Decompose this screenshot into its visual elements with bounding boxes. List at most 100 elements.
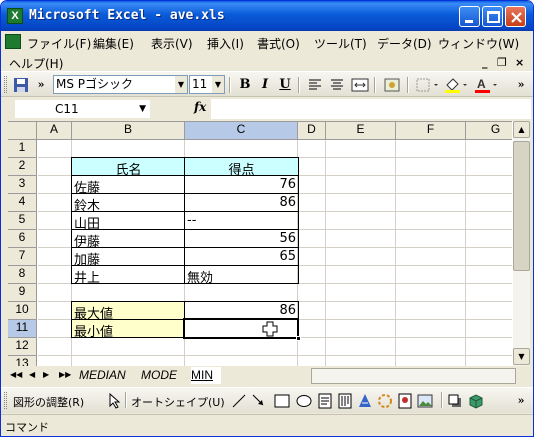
diagram-icon[interactable] [377, 392, 393, 410]
row-header-8[interactable]: 8 [8, 266, 37, 284]
select-objects-icon[interactable] [107, 392, 121, 410]
chevron-down-icon[interactable]: ▼ [139, 100, 146, 118]
row-header-4[interactable]: 4 [8, 194, 37, 212]
row-header-11[interactable]: 11 [8, 320, 37, 338]
menu-file[interactable]: ファイル(F) [27, 35, 91, 52]
scroll-up-button[interactable]: ▲ [513, 121, 530, 138]
shadow-style-icon[interactable] [447, 392, 463, 410]
save-icon[interactable] [13, 76, 29, 94]
rectangle-icon[interactable] [273, 392, 291, 410]
cell-b4[interactable]: 鈴木 [72, 195, 185, 214]
name-box[interactable]: C11 ▼ [15, 100, 150, 118]
column-header-c[interactable]: C [185, 122, 298, 140]
menu-tools[interactable]: ツール(T) [314, 35, 367, 52]
adjust-shapes-menu[interactable]: 図形の調整(R) [13, 394, 84, 410]
italic-button[interactable]: I [255, 76, 275, 94]
cell-b6[interactable]: 伊藤 [72, 231, 185, 250]
insert-picture-icon[interactable] [417, 392, 433, 410]
workbook-icon[interactable] [5, 34, 21, 49]
first-sheet-button[interactable]: ◀◀ [10, 370, 22, 379]
align-center-icon[interactable] [329, 76, 345, 94]
row-header-6[interactable]: 6 [8, 230, 37, 248]
line-icon[interactable] [231, 392, 247, 410]
3d-style-icon[interactable] [467, 392, 485, 410]
column-header-d[interactable]: D [298, 122, 326, 140]
autoshape-menu[interactable]: オートシェイプ(U) [131, 394, 225, 410]
prev-sheet-button[interactable]: ◀ [29, 370, 35, 379]
arrow-icon[interactable] [251, 392, 267, 410]
column-header-f[interactable]: F [396, 122, 466, 140]
bold-button[interactable]: B [235, 76, 255, 94]
cell-c2[interactable]: 得点 [185, 159, 298, 178]
last-sheet-button[interactable]: ▶▶ [59, 370, 71, 379]
cell-b7[interactable]: 加藤 [72, 249, 185, 268]
fill-color-icon[interactable] [443, 76, 469, 94]
underline-button[interactable]: U [275, 76, 295, 94]
row-header-2[interactable]: 2 [8, 158, 37, 176]
tab-median[interactable]: MEDIAN [79, 367, 137, 384]
insert-function-icon[interactable]: fx [194, 100, 206, 114]
row-header-12[interactable]: 12 [8, 338, 37, 356]
cell-b11[interactable]: 最小値 [72, 321, 185, 340]
menu-format[interactable]: 書式(O) [257, 35, 300, 52]
menu-insert[interactable]: 挿入(I) [207, 35, 244, 52]
menu-view[interactable]: 表示(V) [151, 35, 193, 52]
row-header-10[interactable]: 10 [8, 302, 37, 320]
cell-c4[interactable]: 86 [185, 195, 298, 210]
vertical-textbox-icon[interactable] [337, 392, 353, 410]
menu-data[interactable]: データ(D) [377, 35, 432, 52]
textbox-icon[interactable] [317, 392, 333, 410]
cell-b2[interactable]: 氏名 [72, 159, 185, 178]
wordart-icon[interactable] [357, 392, 373, 410]
row-header-13[interactable]: 13 [8, 356, 37, 366]
clipart-icon[interactable] [397, 392, 413, 410]
cell-b8[interactable]: 井上 [72, 267, 185, 286]
font-color-icon[interactable]: A [473, 76, 499, 94]
doc-close-button[interactable]: × [515, 56, 524, 69]
borders-icon[interactable] [415, 76, 439, 94]
vertical-scrollbar[interactable]: ▲ ▼ [512, 121, 530, 366]
row-header-7[interactable]: 7 [8, 248, 37, 266]
close-button[interactable] [505, 6, 526, 27]
row-header-1[interactable]: 1 [8, 140, 37, 158]
cell-b10[interactable]: 最大値 [72, 303, 185, 322]
cell-c8[interactable]: 無効 [185, 267, 298, 286]
formula-input[interactable] [211, 99, 531, 119]
row-header-9[interactable]: 9 [8, 284, 37, 302]
row-header-3[interactable]: 3 [8, 176, 37, 194]
menu-edit[interactable]: 編集(E) [93, 35, 134, 52]
oval-icon[interactable] [295, 392, 313, 410]
doc-minimize-button[interactable]: _ [482, 56, 488, 69]
cell-c6[interactable]: 56 [185, 231, 298, 246]
column-header-g[interactable]: G [466, 122, 512, 140]
toolbar-overflow-button[interactable]: » [511, 76, 531, 94]
align-left-icon[interactable] [307, 76, 323, 94]
active-cell-c11[interactable] [183, 318, 299, 339]
excel-app-icon[interactable]: X [7, 8, 23, 24]
font-name-select[interactable]: MS Pゴシック ▼ [53, 75, 188, 94]
tab-min[interactable]: MIN [191, 367, 221, 384]
column-header-e[interactable]: E [326, 122, 396, 140]
toolbar-grip[interactable] [4, 392, 7, 409]
scroll-thumb[interactable] [513, 141, 530, 271]
menu-help[interactable]: ヘルプ(H) [9, 55, 63, 72]
column-header-b[interactable]: B [72, 122, 185, 140]
tab-mode[interactable]: MODE [141, 367, 187, 384]
title-bar[interactable]: X Microsoft Excel - ave.xls [1, 1, 533, 31]
toolbar-grip[interactable] [4, 76, 7, 93]
chevron-down-icon[interactable]: ▼ [212, 76, 224, 93]
column-header-a[interactable]: A [37, 122, 72, 140]
worksheet-grid[interactable]: A B C D E F G 1 2 3 4 5 6 7 8 9 10 11 12… [8, 121, 512, 366]
scroll-down-button[interactable]: ▼ [513, 348, 530, 365]
minimize-button[interactable] [459, 6, 480, 27]
doc-restore-button[interactable]: ❐ [497, 56, 507, 69]
font-size-select[interactable]: 11 ▼ [189, 75, 225, 94]
currency-format-icon[interactable] [383, 76, 401, 94]
menu-window[interactable]: ウィンドウ(W) [438, 35, 519, 52]
horizontal-scrollbar[interactable] [311, 368, 516, 384]
cell-b3[interactable]: 佐藤 [72, 177, 185, 196]
cell-c3[interactable]: 76 [185, 177, 298, 192]
cell-c10[interactable]: 86 [185, 303, 298, 318]
next-sheet-button[interactable]: ▶ [43, 370, 49, 379]
cell-c5[interactable]: -- [185, 213, 298, 228]
